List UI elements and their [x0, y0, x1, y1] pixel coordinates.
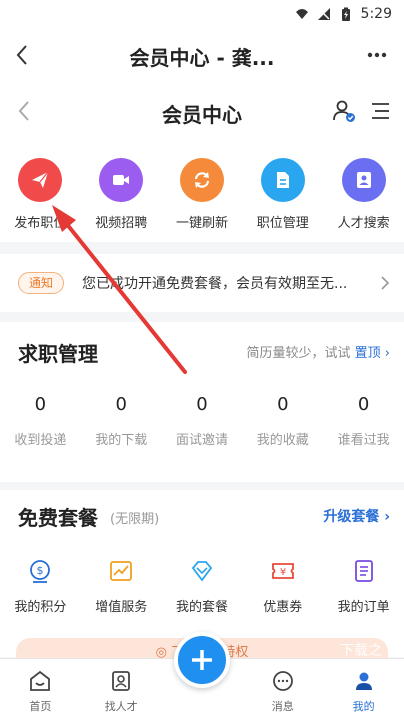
video-recruit-button[interactable]: 视频招聘 — [81, 140, 162, 242]
service-label: 优惠券 — [263, 600, 303, 615]
quick-actions: 发布职位 视频招聘 一键刷新 职位管理 人才搜索 — [0, 140, 404, 242]
tab-label: 首页 — [29, 700, 52, 713]
paper-plane-icon — [18, 158, 63, 202]
chevron-right-icon — [381, 276, 390, 290]
upgrade-label: 升级套餐 — [323, 509, 380, 525]
tab-label: 消息 — [271, 700, 294, 713]
service-label: 我的积分 — [14, 600, 67, 615]
publish-job-button[interactable]: 发布职位 — [0, 140, 81, 242]
stat-label: 收到投递 — [14, 433, 67, 448]
stat-interviews[interactable]: 0 面试邀请 — [162, 394, 243, 448]
hint-text: 简历量较少，试试 — [246, 346, 351, 361]
services-row: $ 我的积分 增值服务 我的套餐 ¥ 优惠券 我的订单 — [0, 558, 404, 615]
signal-icon — [317, 8, 330, 20]
diamond-icon — [191, 561, 213, 582]
document-icon — [260, 158, 305, 202]
tab-label: 找人才 — [104, 700, 138, 713]
stat-value: 0 — [357, 394, 370, 415]
job-management-card: 求职管理 简历量较少，试试 置顶 › 0 收到投递 0 我的下载 0 面试邀请 0 我的… — [0, 322, 404, 482]
stat-received[interactable]: 0 收到投递 — [0, 394, 81, 448]
svg-text:¥: ¥ — [280, 567, 286, 578]
notice-bar[interactable]: 通知 您已成功开通免费套餐，会员有效期至无... — [0, 254, 404, 312]
quick-action-label: 职位管理 — [256, 216, 309, 231]
quick-action-label: 一键刷新 — [175, 216, 228, 231]
menu-icon[interactable] — [368, 101, 390, 121]
order-icon — [354, 560, 373, 582]
coupon-button[interactable]: ¥ 优惠券 — [242, 558, 323, 615]
member-center-header: 会员中心 — [0, 82, 404, 140]
stat-value: 0 — [34, 394, 47, 415]
video-icon — [99, 158, 144, 202]
chart-icon — [110, 561, 133, 581]
svg-text:$: $ — [37, 564, 44, 577]
upgrade-package-link[interactable]: 升级套餐 › — [323, 506, 390, 526]
one-click-refresh-button[interactable]: 一键刷新 — [162, 140, 243, 242]
tab-label: 我的 — [352, 700, 375, 713]
talent-search-button[interactable]: 人才搜索 — [323, 140, 404, 242]
quick-action-label: 视频招聘 — [95, 216, 148, 231]
wifi-icon — [295, 9, 308, 19]
free-package-card: 免费套餐 (无限期) 升级套餐 › $ 我的积分 增值服务 我的套餐 ¥ 优惠券… — [0, 482, 404, 668]
notice-tag: 通知 — [18, 272, 65, 294]
home-icon — [30, 670, 51, 691]
top-promote-hint[interactable]: 简历量较少，试试 置顶 › — [246, 342, 390, 361]
contacts-icon — [112, 671, 131, 691]
my-orders-button[interactable]: 我的订单 — [323, 558, 404, 615]
status-indicators: 5:29 — [295, 6, 392, 22]
back-arrow-icon[interactable] — [8, 40, 38, 70]
service-label: 我的订单 — [337, 600, 390, 615]
stats-row: 0 收到投递 0 我的下载 0 面试邀请 0 我的收藏 0 谁看过我 — [0, 394, 404, 448]
stat-label: 我的收藏 — [256, 433, 309, 448]
top-navigation-bar: 会员中心 - 龚... — [0, 30, 404, 82]
service-label: 增值服务 — [95, 600, 148, 615]
stat-label: 面试邀请 — [175, 433, 228, 448]
tab-messages[interactable]: 消息 — [242, 659, 323, 720]
chevron-right-icon: › — [384, 509, 390, 525]
my-package-button[interactable]: 我的套餐 — [162, 558, 243, 615]
stat-favorites[interactable]: 0 我的收藏 — [242, 394, 323, 448]
person-verified-icon[interactable] — [332, 99, 356, 123]
package-duration: (无限期) — [110, 512, 160, 527]
profile-icon — [355, 672, 372, 690]
stat-value: 0 — [196, 394, 208, 415]
plus-icon — [192, 650, 212, 670]
message-icon — [272, 671, 293, 691]
service-label: 我的套餐 — [175, 600, 228, 615]
page-title: 会员中心 - 龚... — [129, 46, 275, 70]
quick-action-label: 发布职位 — [14, 216, 67, 231]
tab-mine[interactable]: 我的 — [323, 659, 404, 720]
chevron-right-icon: › — [384, 346, 390, 361]
notice-message: 您已成功开通免费套餐，会员有效期至无... — [82, 276, 348, 292]
stat-value: 0 — [277, 394, 289, 415]
more-options-icon[interactable] — [362, 40, 392, 70]
status-time: 5:29 — [360, 6, 392, 22]
value-added-button[interactable]: 增值服务 — [81, 558, 162, 615]
refresh-icon — [179, 158, 224, 202]
chevron-left-icon[interactable] — [14, 98, 34, 124]
my-points-button[interactable]: $ 我的积分 — [0, 558, 81, 615]
promote-link[interactable]: 置顶 — [355, 346, 381, 361]
battery-icon — [341, 7, 350, 21]
stat-viewers[interactable]: 0 谁看过我 — [323, 394, 404, 448]
stat-value: 0 — [115, 394, 127, 415]
stat-label: 谁看过我 — [337, 433, 390, 448]
person-search-icon — [341, 158, 386, 202]
quick-action-label: 人才搜索 — [337, 216, 390, 231]
points-icon: $ — [30, 560, 51, 583]
stat-label: 我的下载 — [95, 433, 148, 448]
job-management-button[interactable]: 职位管理 — [242, 140, 323, 242]
tab-home[interactable]: 首页 — [0, 659, 81, 720]
status-bar: 5:29 — [0, 0, 404, 30]
coupon-icon: ¥ — [271, 563, 294, 579]
tab-find-talent[interactable]: 找人才 — [81, 659, 162, 720]
add-fab-button[interactable] — [174, 632, 230, 688]
watermark-text: 下载之 — [340, 643, 382, 659]
section-title: 求职管理 — [18, 342, 98, 366]
section-title: 免费套餐 — [18, 506, 98, 530]
header-title: 会员中心 — [162, 103, 242, 127]
stat-downloads[interactable]: 0 我的下载 — [81, 394, 162, 448]
